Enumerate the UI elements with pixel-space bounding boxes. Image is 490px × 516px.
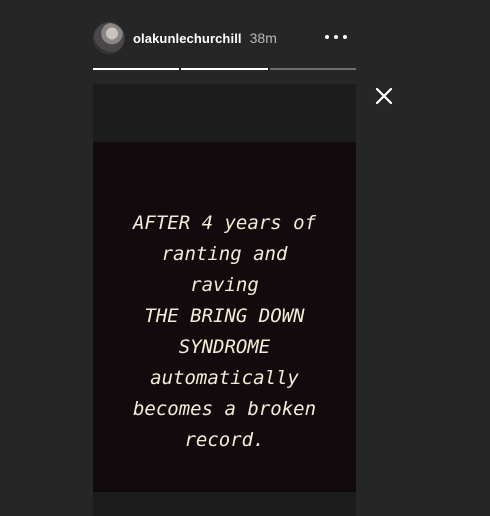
story-text-line: SYNDROME <box>178 336 271 358</box>
progress-fill <box>93 68 180 70</box>
progress-segment <box>181 68 268 70</box>
story-progress <box>93 68 356 71</box>
more-options-button[interactable] <box>325 29 347 45</box>
timestamp: 38m <box>249 30 277 46</box>
story-text-line: THE BRING DOWN <box>144 305 305 327</box>
story-text-line: automatically <box>150 367 299 389</box>
story-text-line: becomes a broken <box>132 398 317 420</box>
story-text-line: ranting and <box>161 243 288 265</box>
progress-segment <box>93 68 180 70</box>
story-text-line: record. <box>184 429 265 451</box>
story-header: olakunlechurchill 38m <box>93 21 356 55</box>
username[interactable]: olakunlechurchill <box>133 31 242 46</box>
story-media[interactable]: AFTER 4 years of ranting and raving THE … <box>93 84 356 516</box>
progress-segment <box>269 68 356 70</box>
more-dot <box>343 35 347 39</box>
story-image: AFTER 4 years of ranting and raving THE … <box>93 142 356 492</box>
story-text-line: AFTER 4 years of <box>132 212 317 234</box>
story-text-line: raving <box>190 274 259 296</box>
close-icon <box>375 87 393 105</box>
story-text: AFTER 4 years of ranting and raving THE … <box>93 208 356 456</box>
close-button[interactable] <box>373 85 395 107</box>
avatar[interactable] <box>93 22 125 54</box>
progress-fill <box>181 68 268 70</box>
more-dot <box>334 35 338 39</box>
more-dot <box>325 35 329 39</box>
